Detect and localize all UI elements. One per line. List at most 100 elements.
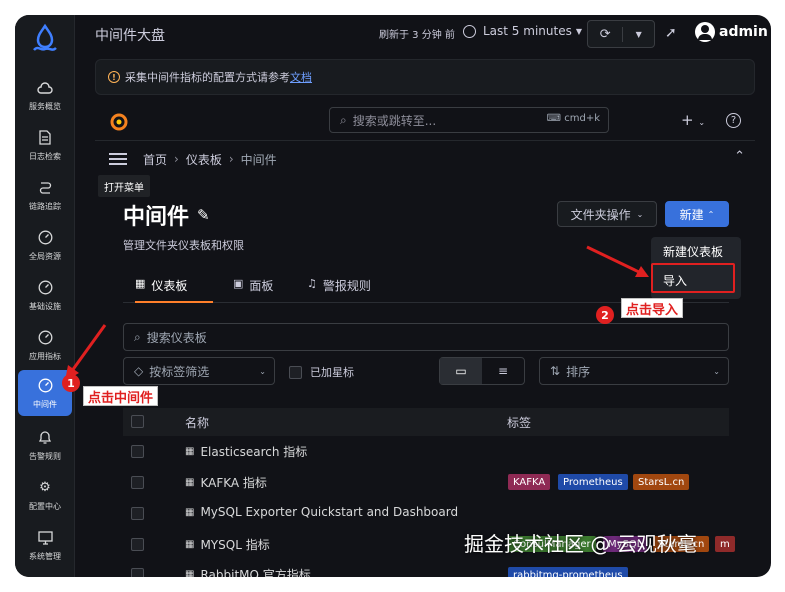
sidebar-item-label: 全局资源 — [29, 251, 61, 261]
table-row[interactable]: ▦ RabbitMQ 官方指标 — [185, 566, 311, 577]
new-button-label: 新建 — [679, 207, 704, 222]
sidebar-item-global-resources[interactable]: 全局资源 — [18, 223, 72, 267]
sidebar-item-label: 基础设施 — [29, 301, 61, 311]
grid-icon: ▦ — [185, 569, 195, 577]
column-header-name: 名称 — [185, 416, 210, 430]
gauge-icon — [36, 377, 54, 395]
folder-actions-label: 文件夹操作 — [570, 207, 631, 222]
gauge-icon — [36, 229, 54, 247]
tag-filter-select[interactable]: ◇ 按标签筛选 ⌄ — [123, 357, 275, 385]
row-checkbox[interactable] — [131, 507, 144, 520]
notice-banner: ! 采集中间件指标的配置方式请参考 文档 — [95, 59, 755, 95]
table-row[interactable]: ▦ Elasticsearch 指标 — [185, 443, 307, 460]
grafana-logo-icon[interactable] — [109, 112, 129, 136]
sidebar-item-alert-rules[interactable]: 告警规则 — [18, 423, 72, 467]
search-dashboards-input[interactable]: ⌕ 搜索仪表板 — [123, 323, 729, 351]
menu-toggle-icon[interactable] — [109, 150, 127, 168]
select-all-checkbox[interactable] — [131, 415, 144, 428]
gauge-icon — [36, 329, 54, 347]
clock-icon — [463, 24, 476, 38]
tab-alert-rules[interactable]: ♫ 警报规则 — [307, 277, 371, 303]
info-icon: ! — [108, 71, 120, 83]
grid-icon: ▦ — [185, 477, 195, 488]
user-menu[interactable]: admin — [695, 22, 768, 42]
search-shortcut: ⌨ cmd+k — [547, 113, 600, 124]
tab-panels[interactable]: ▣ 面板 — [233, 277, 273, 303]
tag-badge[interactable]: Prometheus — [558, 474, 628, 490]
row-name: MySQL Exporter Quickstart and Dashboard — [200, 505, 459, 519]
sidebar-item-log-search[interactable]: 日志检索 — [18, 123, 72, 167]
sidebar-item-infrastructure[interactable]: 基础设施 — [18, 273, 72, 317]
add-menu-button[interactable]: + ⌄ — [681, 111, 705, 129]
tab-label: 仪表板 — [151, 279, 188, 293]
table-row[interactable]: ▦ KAFKA 指标 — [185, 474, 267, 491]
time-range-picker[interactable]: Last 5 minutes ▼ — [463, 24, 582, 38]
folder-actions-button[interactable]: 文件夹操作 ⌄ — [557, 201, 657, 227]
watermark: 掘金技术社区 @ 云观秋毫 — [464, 532, 697, 556]
chevron-down-icon: ▼ — [575, 26, 582, 36]
row-checkbox[interactable] — [131, 568, 144, 577]
breadcrumb-dashboards[interactable]: 仪表板 — [186, 151, 222, 168]
starred-checkbox[interactable] — [289, 365, 302, 379]
help-icon[interactable]: ? — [726, 113, 741, 128]
sidebar-item-service-overview[interactable]: 服务概览 — [18, 73, 72, 117]
edit-icon[interactable]: ✎ — [197, 206, 210, 224]
tab-label: 警报规则 — [322, 279, 371, 293]
step-badge-1: 1 — [62, 374, 80, 392]
refresh-icon[interactable]: ⟳ — [588, 26, 624, 42]
chevron-right-icon: › — [228, 152, 234, 166]
time-range-label: Last 5 minutes — [483, 24, 572, 38]
row-checkbox[interactable] — [131, 538, 144, 551]
sidebar-item-system-admin[interactable]: 系统管理 — [18, 523, 72, 567]
tag-badge[interactable]: rabbitmq-prometheus — [508, 567, 628, 577]
arrow-annotation-1 — [65, 324, 107, 381]
table-row[interactable]: ▦ MYSQL 指标 — [185, 536, 270, 553]
logo-icon[interactable] — [29, 23, 61, 55]
sidebar-item-label: 配置中心 — [29, 501, 61, 511]
refresh-text: 刷新于 3 分钟 前 — [379, 30, 455, 41]
chevron-down-icon: ⌄ — [636, 209, 644, 219]
panel-icon: ▣ — [233, 277, 244, 290]
refresh-button-group[interactable]: ⟳ ▼ — [587, 20, 655, 48]
bell-icon: ♫ — [307, 277, 317, 290]
page-title: 中间件 ✎ — [123, 199, 210, 231]
starred-filter[interactable]: 已加星标 — [289, 364, 354, 380]
notice-text: 采集中间件指标的配置方式请参考 — [125, 71, 290, 84]
table-row[interactable]: ▦ MySQL Exporter Quickstart and Dashboar… — [185, 505, 458, 519]
refresh-interval-dropdown[interactable]: ▼ — [623, 30, 654, 39]
grid-icon: ▦ — [135, 277, 146, 290]
grid-icon: ▦ — [185, 506, 195, 518]
tag-badge[interactable]: StarsL.cn — [633, 474, 690, 490]
row-checkbox[interactable] — [131, 476, 144, 489]
tag-filter-placeholder: 按标签筛选 — [149, 364, 210, 379]
row-name: RabbitMQ 官方指标 — [200, 568, 311, 577]
page-header-title: 中间件大盘 — [95, 28, 165, 44]
list-view-icon[interactable]: ≡ — [482, 358, 524, 384]
sidebar-item-label: 链路追踪 — [29, 201, 61, 211]
arrow-annotation-2 — [586, 245, 649, 277]
sort-placeholder: 排序 — [566, 364, 591, 379]
global-search-input[interactable]: ⌕ 搜索或跳转至... ⌨ cmd+k — [329, 107, 609, 133]
sidebar-item-tracing[interactable]: 链路追踪 — [18, 173, 72, 217]
row-name: Elasticsearch 指标 — [200, 445, 308, 459]
sidebar-item-config-center[interactable]: ⚙ 配置中心 — [18, 473, 72, 517]
step-badge-2: 2 — [596, 306, 614, 324]
share-icon[interactable]: ➚ — [665, 25, 677, 41]
tag-badge[interactable]: m — [715, 536, 735, 552]
search-dashboards-placeholder: 搜索仪表板 — [146, 330, 207, 345]
tab-dashboards[interactable]: ▦ 仪表板 — [135, 277, 213, 303]
sort-select[interactable]: ⇅ 排序 ⌄ — [539, 357, 729, 385]
breadcrumb-home[interactable]: 首页 — [143, 151, 167, 168]
docs-link[interactable]: 文档 — [290, 69, 312, 85]
folder-view-icon[interactable]: ▭ — [440, 358, 482, 384]
app-window: 服务概览 日志检索 链路追踪 全局资源 基础设施 应用指标 中间件 告警规则 ⚙… — [15, 15, 771, 577]
chevron-up-icon[interactable]: ⌃ — [734, 149, 745, 164]
tag-icon: ◇ — [134, 364, 144, 378]
tag-badge[interactable]: KAFKA — [508, 474, 551, 490]
column-header-tags: 标签 — [507, 416, 532, 430]
menu-item-new-dashboard[interactable]: 新建仪表板 — [663, 243, 723, 260]
starred-label: 已加星标 — [310, 366, 354, 379]
row-checkbox[interactable] — [131, 445, 144, 458]
menu-tooltip: 打开菜单 — [98, 175, 150, 197]
new-button[interactable]: 新建 ⌃ — [665, 201, 729, 227]
